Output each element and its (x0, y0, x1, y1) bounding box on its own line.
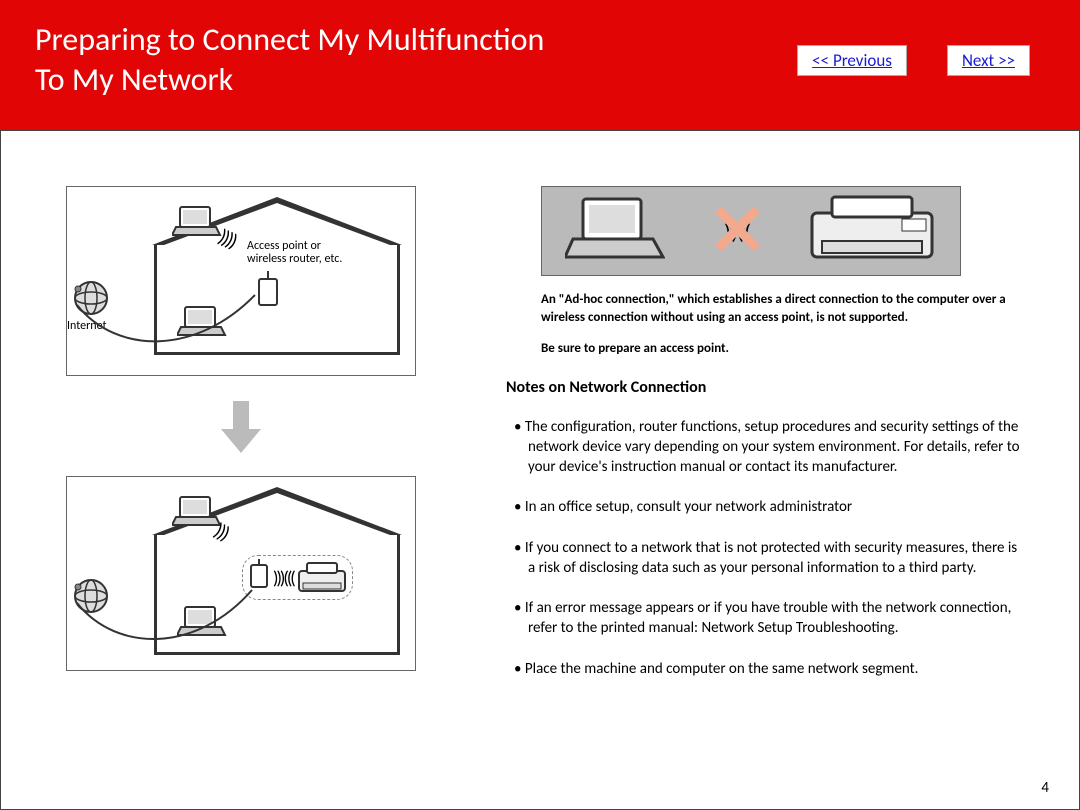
network-diagram-before: Internet Access point or wireless router… (66, 186, 416, 376)
notes-heading: Notes on Network Connection (506, 378, 1024, 397)
adhoc-para-1: An "Ad-hoc connection," which establishe… (541, 291, 1024, 326)
printer-icon (807, 193, 937, 270)
list-item: In an office setup, consult your network… (506, 497, 1024, 517)
adhoc-warning-text: An "Ad-hoc connection," which establishe… (541, 291, 1024, 358)
wifi-signal-icon: )))((( (273, 567, 294, 589)
next-button[interactable]: Next >> (947, 45, 1030, 76)
title-line-1: Preparing to Connect My Multifunction (35, 20, 544, 60)
left-diagram-column: Internet Access point or wireless router… (56, 186, 426, 789)
list-item: Place the machine and computer on the sa… (506, 659, 1024, 679)
access-point-label: Access point or wireless router, etc. (247, 240, 342, 266)
adhoc-para-2: Be sure to prepare an access point. (541, 340, 1024, 358)
list-item: The configuration, router functions, set… (506, 417, 1024, 478)
laptop-icon (172, 205, 222, 239)
previous-button[interactable]: << Previous (797, 45, 907, 76)
page-title: Preparing to Connect My Multifunction To… (35, 20, 544, 100)
list-item: If an error message appears or if you ha… (506, 598, 1024, 639)
title-line-2: To My Network (35, 60, 544, 100)
cable-icon (77, 295, 257, 345)
laptop-icon (172, 495, 222, 529)
access-point-icon (255, 271, 281, 314)
nav-buttons: << Previous Next >> (797, 45, 1030, 76)
printer-group-icon: )))((( (242, 555, 353, 600)
cable-icon (77, 593, 257, 643)
right-text-column: ))) ((( ✕ An "Ad-hoc connection," which … (506, 186, 1044, 789)
page-number: 4 (1041, 779, 1049, 797)
notes-list: The configuration, router functions, set… (506, 417, 1024, 679)
network-diagram-after: ))) )))((( (66, 476, 416, 671)
arrow-down-icon (216, 401, 266, 461)
content-area: Internet Access point or wireless router… (0, 130, 1080, 810)
printer-icon (297, 561, 347, 595)
header-bar: Preparing to Connect My Multifunction To… (0, 0, 1080, 130)
adhoc-not-supported-figure: ))) ((( ✕ (541, 186, 961, 276)
laptop-icon (565, 195, 665, 268)
house-icon: ))) )))((( (152, 487, 402, 655)
no-connection-icon: ))) ((( ✕ (691, 201, 781, 261)
house-icon: Access point or wireless router, etc. ))… (152, 197, 402, 355)
list-item: If you connect to a network that is not … (506, 538, 1024, 579)
